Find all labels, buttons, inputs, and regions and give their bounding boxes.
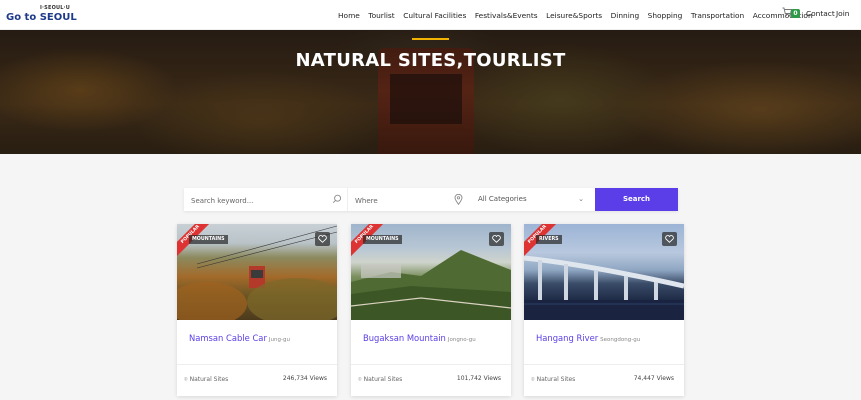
nav-shopping[interactable]: Shopping xyxy=(648,11,683,21)
location-pin-icon: ⌾ xyxy=(358,376,362,383)
listing-card[interactable]: POPULAR MOUNTAINS Bugaksan MountainJongn… xyxy=(351,224,511,396)
card-divider xyxy=(351,364,511,365)
location-pin-icon: ⌾ xyxy=(184,376,188,383)
hero-overlay xyxy=(0,30,861,154)
nav-festivals-events[interactable]: Festivals&Events xyxy=(475,11,538,21)
favorite-button[interactable] xyxy=(315,232,330,246)
category-tag[interactable]: RIVERS xyxy=(536,235,562,244)
contact-link[interactable]: Contact xyxy=(806,9,835,18)
chevron-down-icon: ⌄ xyxy=(578,195,584,203)
category-select[interactable]: All Categories ⌄ xyxy=(472,188,590,211)
search-icon xyxy=(332,194,342,204)
listing-type-text: Natural Sites xyxy=(536,376,576,383)
keyword-input[interactable] xyxy=(184,189,347,213)
nav-cultural-facilities[interactable]: Cultural Facilities xyxy=(403,11,466,21)
cart-button[interactable]: 0 xyxy=(782,7,802,21)
listing-card[interactable]: POPULAR RIVERS Hangang RiverSeongdong-gu… xyxy=(524,224,684,396)
listing-type: ⌾ Natural Sites xyxy=(531,376,575,384)
category-select-value: All Categories xyxy=(478,195,527,203)
nav-dinning[interactable]: Dinning xyxy=(611,11,640,21)
listing-title[interactable]: Hangang River Seongdong-gu xyxy=(536,333,640,343)
listing-type-text: Natural Sites xyxy=(189,376,229,383)
logo-brand: Go to SEOUL xyxy=(6,12,77,23)
nav-home[interactable]: Home xyxy=(338,11,360,21)
listing-card[interactable]: POPULAR MOUNTAINS Namsan Cable CarJung-g… xyxy=(177,224,337,396)
heart-icon xyxy=(665,235,674,243)
listing-title-text: Hangang River xyxy=(536,333,599,343)
cart-count-badge: 0 xyxy=(791,9,800,18)
logo-tagline: I·SEOUL·U xyxy=(40,5,71,11)
listing-type: ⌾ Natural Sites xyxy=(184,376,228,384)
search-button[interactable]: Search xyxy=(595,188,678,211)
listing-district: Jung-gu xyxy=(268,337,290,343)
location-pin-icon: ⌾ xyxy=(531,376,535,383)
where-input[interactable] xyxy=(348,189,468,213)
favorite-button[interactable] xyxy=(662,232,677,246)
listing-type: ⌾ Natural Sites xyxy=(358,376,402,384)
keyword-field-wrap xyxy=(184,188,348,213)
site-header: I·SEOUL·U Go to SEOUL Home Tourlist Cult… xyxy=(0,0,861,30)
listing-image: POPULAR RIVERS xyxy=(524,224,684,320)
favorite-button[interactable] xyxy=(489,232,504,246)
listing-image: POPULAR MOUNTAINS xyxy=(351,224,511,320)
nav-transportation[interactable]: Transportation xyxy=(691,11,744,21)
listing-views: 101,742 Views xyxy=(456,375,501,382)
card-divider xyxy=(524,364,684,365)
heart-icon xyxy=(492,235,501,243)
listing-title[interactable]: Bugaksan Mountain Jongno-gu xyxy=(363,333,476,343)
join-link[interactable]: Join xyxy=(836,9,849,18)
category-tag[interactable]: MOUNTAINS xyxy=(189,235,228,244)
listing-image: POPULAR MOUNTAINS xyxy=(177,224,337,320)
main-nav: Home Tourlist Cultural Facilities Festiv… xyxy=(338,11,821,21)
listing-views: 246,734 Views xyxy=(282,375,327,382)
listing-views: 74,447 Views xyxy=(633,375,674,382)
listing-title[interactable]: Namsan Cable Car Jung-gu xyxy=(189,333,290,343)
listing-type-text: Natural Sites xyxy=(363,376,403,383)
listing-title-text: Namsan Cable Car xyxy=(189,333,267,343)
hero-accent-bar xyxy=(412,38,449,40)
nav-leisure-sports[interactable]: Leisure&Sports xyxy=(546,11,602,21)
nav-tourlist[interactable]: Tourlist xyxy=(368,11,394,21)
hero-banner: NATURAL SITES,TOURLIST xyxy=(0,30,861,154)
category-tag[interactable]: MOUNTAINS xyxy=(363,235,402,244)
listing-district: Seongdong-gu xyxy=(600,337,641,343)
heart-icon xyxy=(318,235,327,243)
location-pin-icon xyxy=(454,194,463,205)
page-title: NATURAL SITES,TOURLIST xyxy=(295,50,566,71)
site-logo[interactable]: I·SEOUL·U Go to SEOUL xyxy=(6,5,86,27)
card-divider xyxy=(177,364,337,365)
listing-district: Jongno-gu xyxy=(447,337,476,343)
search-bar: All Categories ⌄ Search xyxy=(184,188,678,213)
listing-title-text: Bugaksan Mountain xyxy=(363,333,446,343)
